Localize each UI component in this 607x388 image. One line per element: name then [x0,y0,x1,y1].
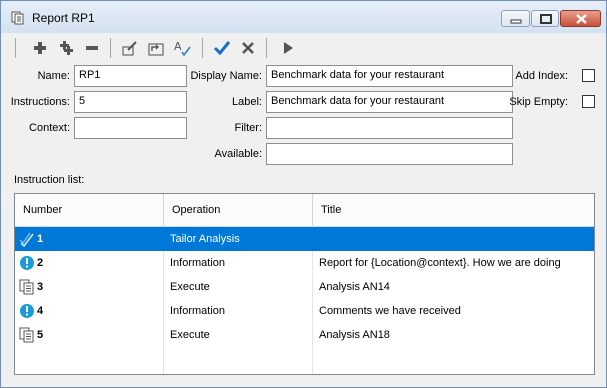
checkmark-icon[interactable] [213,39,231,57]
toolbar-separator [110,38,111,58]
minimize-button[interactable] [501,10,530,27]
parent-icon[interactable] [147,39,165,57]
filter-field[interactable] [266,117,513,139]
instruction-list-caption: Instruction list: [14,174,85,186]
filter-label: Filter: [234,122,263,134]
row-number: 3 [37,281,44,293]
table-row[interactable]: 3 Execute Analysis AN14 [15,275,594,299]
x-icon[interactable] [239,39,257,57]
skip-empty-checkbox[interactable] [582,95,595,108]
table-row[interactable]: 2 Information Report for {Location@conte… [15,251,594,275]
maximize-icon [540,14,552,24]
add-index-checkbox[interactable] [582,69,595,82]
row-operation: Information [170,257,226,269]
table-row[interactable]: 5 Execute Analysis AN18 [15,323,594,347]
row-title: Comments we have received [319,305,461,317]
instruction-list-grid[interactable]: Number Operation Title 1 Tailor Analysis… [14,193,595,375]
minimize-icon [510,19,522,24]
tailor-icon [19,232,34,247]
row-number: 2 [37,257,44,269]
display-name-label: Display Name: [190,70,262,82]
maximize-button[interactable] [531,10,559,27]
window-title: Report RP1 [32,11,95,25]
context-label: Context: [29,122,70,134]
row-operation: Execute [170,329,210,341]
row-title: Analysis AN18 [319,329,390,341]
table-row[interactable]: 1 Tailor Analysis [15,227,594,251]
grid-header: Number Operation Title [15,194,594,227]
edit-icon[interactable] [121,39,139,57]
column-header-title[interactable]: Title [313,194,594,226]
context-field[interactable] [74,117,187,139]
title-bar: Report RP1 [1,1,606,33]
toolbar: A [7,34,601,62]
plus-icon[interactable] [31,39,49,57]
add-index-label: Add Index: [515,70,568,82]
row-title: Analysis AN14 [319,281,390,293]
table-row[interactable]: 4 Information Comments we have received [15,299,594,323]
svg-text:A: A [174,40,182,53]
row-operation: Execute [170,281,210,293]
available-field[interactable] [266,143,513,165]
name-label: Name: [37,70,70,82]
name-field[interactable]: RP1 [74,65,187,87]
column-header-number[interactable]: Number [15,194,164,226]
row-operation: Information [170,305,226,317]
row-operation: Tailor Analysis [170,233,240,245]
play-icon[interactable] [279,39,297,57]
report-window: Report RP1 A Name: RP1 Instructions: 5 C… [0,0,607,388]
close-button[interactable] [560,10,601,27]
execute-icon [19,327,34,343]
display-name-field[interactable]: Benchmark data for your restaurant [266,65,513,87]
spellcheck-icon[interactable]: A [173,39,191,57]
row-number: 4 [37,305,44,317]
toolbar-separator [266,38,267,58]
report-icon [11,11,24,25]
execute-icon [19,279,34,295]
row-number: 5 [37,329,44,341]
info-icon [20,256,34,270]
instructions-field[interactable]: 5 [74,91,187,113]
minus-icon[interactable] [83,39,101,57]
label-label: Label: [232,96,262,108]
available-label: Available: [214,148,263,160]
instructions-label: Instructions: [10,96,70,108]
close-icon [576,14,587,24]
plus-plus-icon[interactable] [57,39,75,57]
info-icon [20,304,34,318]
row-number: 1 [37,233,44,245]
toolbar-separator [15,38,16,58]
toolbar-separator [202,38,203,58]
skip-empty-label: Skip Empty: [509,96,568,108]
label-field[interactable]: Benchmark data for your restaurant [266,91,513,113]
row-title: Report for {Location@context}. How we ar… [319,257,561,269]
column-header-operation[interactable]: Operation [164,194,313,226]
